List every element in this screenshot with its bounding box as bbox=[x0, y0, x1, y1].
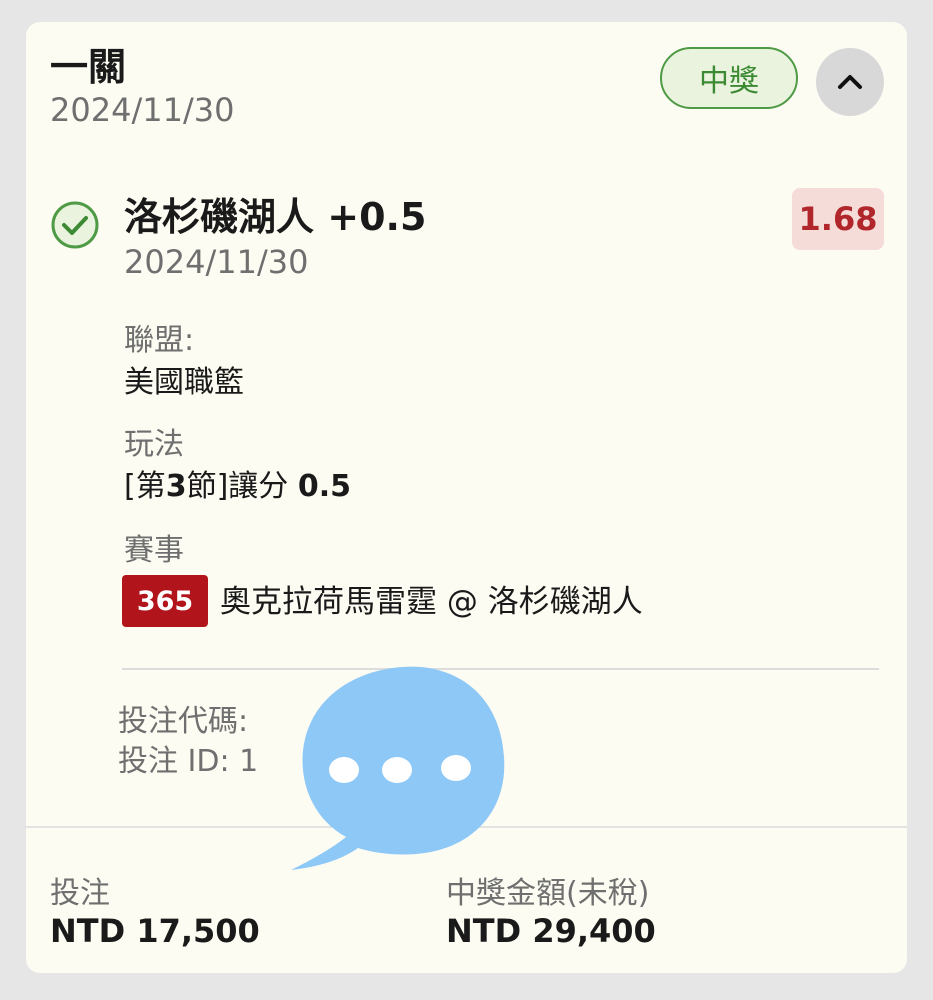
payout-value: NTD 29,400 bbox=[446, 912, 656, 950]
bet-type-title: 一關 bbox=[50, 45, 127, 89]
league-label: 聯盟: bbox=[124, 323, 195, 358]
status-badge: 中獎 bbox=[660, 47, 798, 109]
selection-name: 洛杉磯湖人 +0.5 bbox=[124, 195, 427, 239]
bet-code-label: 投注代碼: bbox=[118, 704, 249, 739]
stake-label: 投注 bbox=[50, 876, 110, 911]
play-value-mid: 節]讓分 bbox=[186, 469, 298, 504]
payout-label: 中獎金額(未稅) bbox=[446, 876, 650, 911]
play-value: [第3節]讓分 0.5 bbox=[124, 468, 351, 506]
odds-badge: 1.68 bbox=[792, 188, 884, 250]
bet-id-label: 投注 ID: 1 bbox=[118, 744, 259, 779]
chat-bubble-icon[interactable] bbox=[286, 662, 516, 877]
event-teams: 奧克拉荷馬雷霆 @ 洛杉磯湖人 bbox=[220, 584, 643, 620]
event-label: 賽事 bbox=[124, 533, 184, 568]
check-circle-icon bbox=[51, 201, 99, 249]
play-value-period: 3 bbox=[165, 469, 187, 504]
league-value: 美國職籃 bbox=[124, 365, 244, 400]
play-label: 玩法 bbox=[124, 427, 184, 462]
collapse-button[interactable] bbox=[816, 48, 884, 116]
play-value-line: 0.5 bbox=[297, 469, 351, 504]
selection-date: 2024/11/30 bbox=[124, 243, 309, 281]
bet-card: 一關 2024/11/30 中獎 洛杉磯湖人 +0.5 2024/11/30 1… bbox=[26, 22, 907, 973]
event-source-badge: 365 bbox=[122, 575, 208, 627]
chevron-up-icon bbox=[838, 75, 862, 89]
stake-value: NTD 17,500 bbox=[50, 912, 260, 950]
bet-date: 2024/11/30 bbox=[50, 91, 235, 129]
play-value-prefix: [第 bbox=[124, 469, 166, 504]
